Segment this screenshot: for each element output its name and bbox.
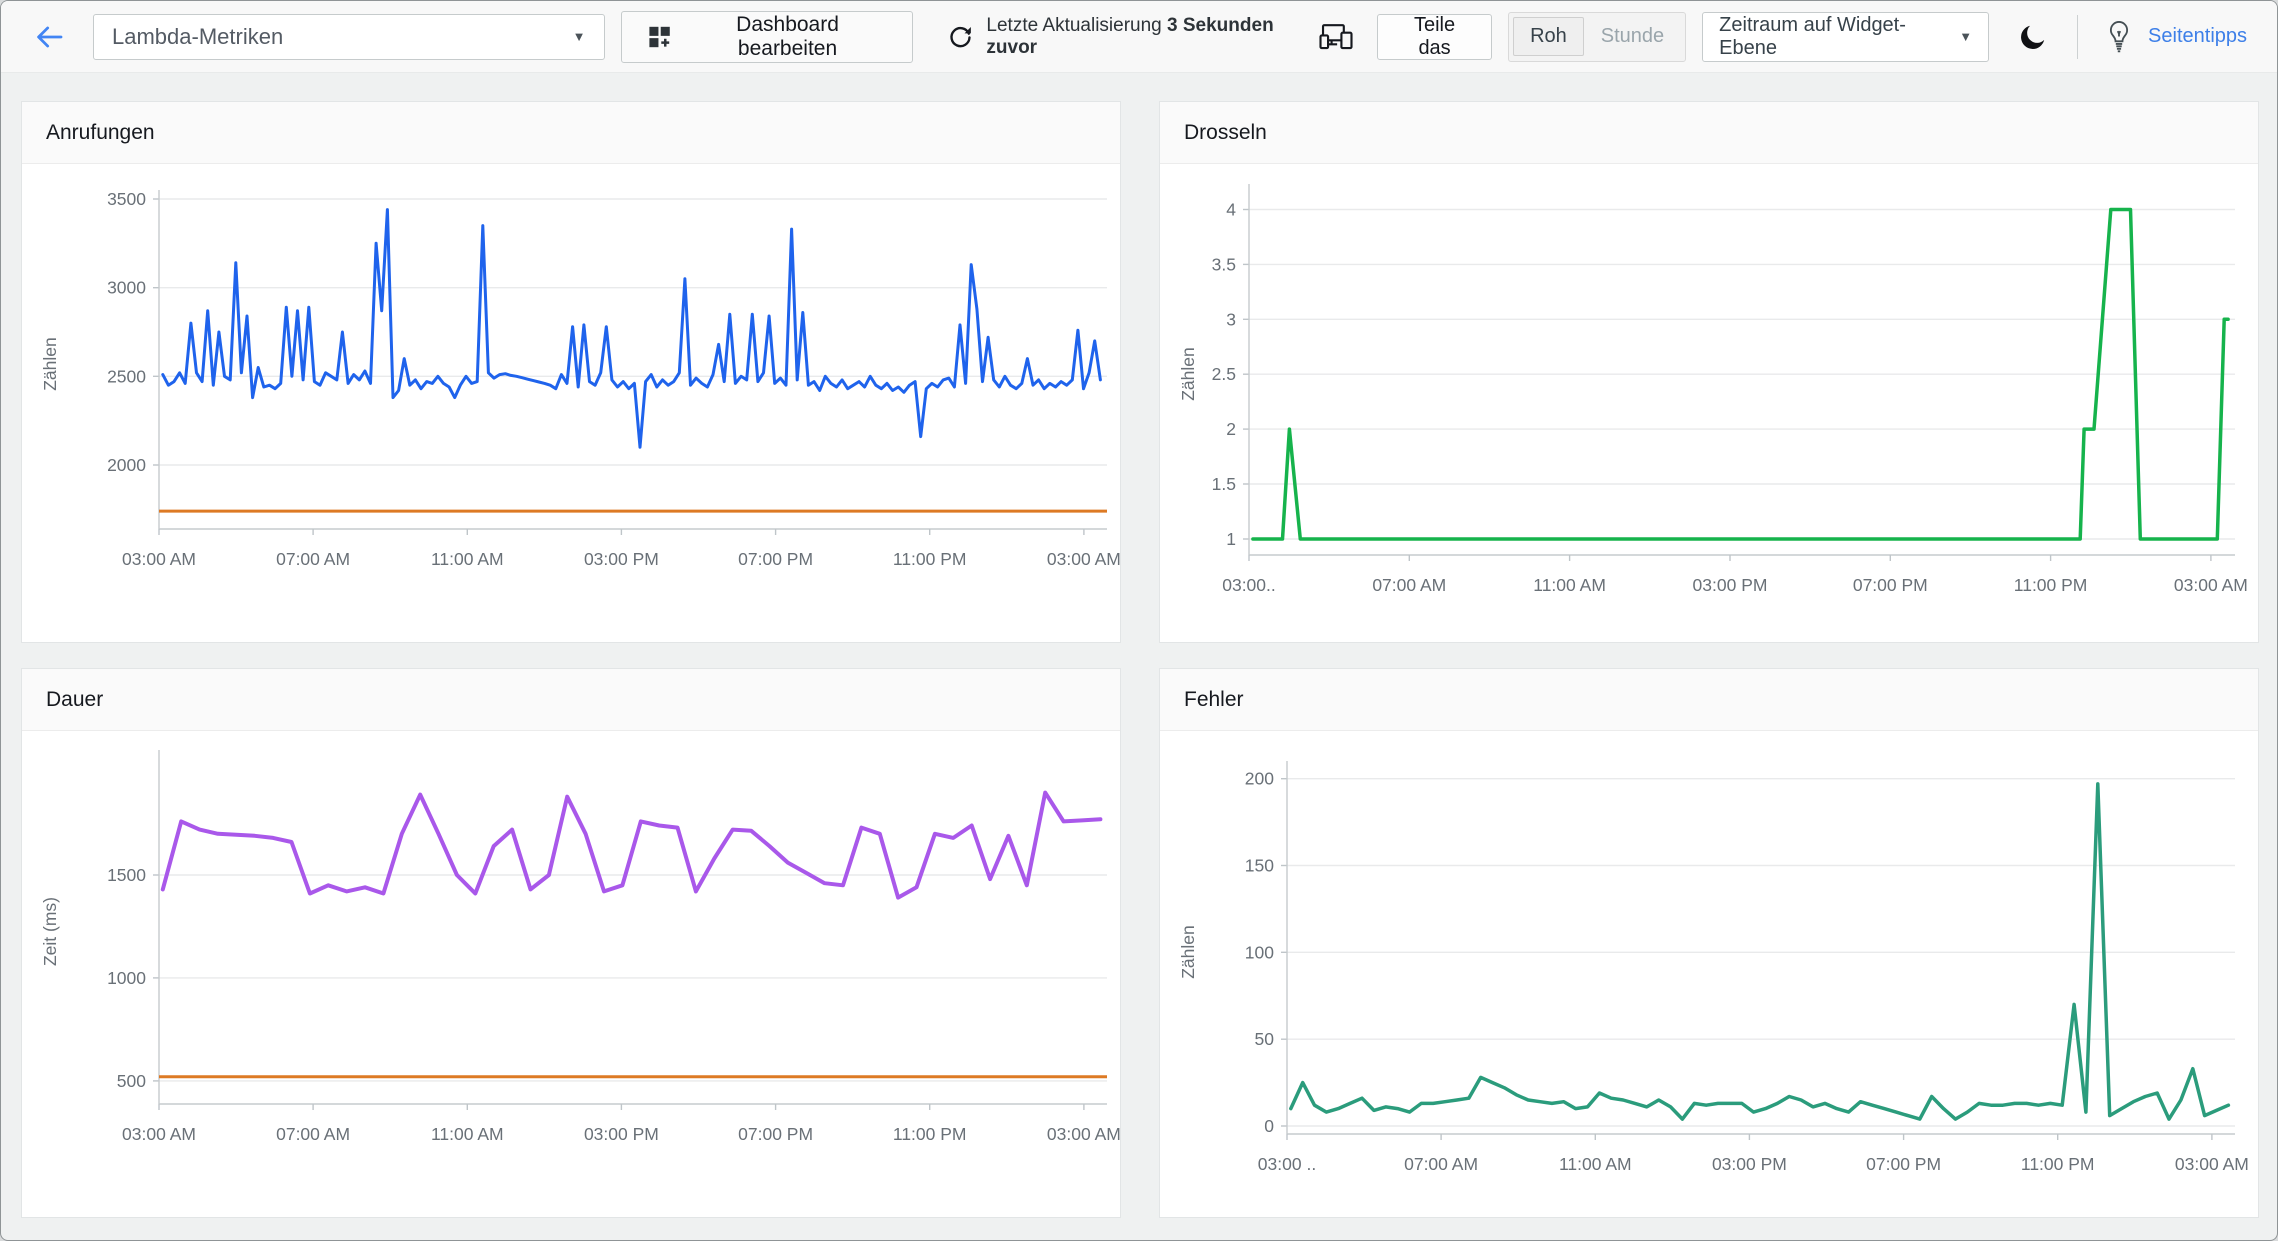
widget-header[interactable]: Anrufungen	[22, 102, 1120, 164]
svg-text:03:00 AM: 03:00 AM	[2175, 1154, 2249, 1174]
svg-text:1: 1	[1226, 529, 1236, 549]
svg-text:11:00 AM: 11:00 AM	[1559, 1154, 1632, 1174]
svg-text:200: 200	[1245, 769, 1274, 789]
widget-fehler: Fehler 0 50 100 150 200 03:00 .. 07:00 AM 11:00…	[1159, 668, 2259, 1218]
share-button[interactable]: Teile das	[1377, 13, 1493, 60]
svg-text:03:00 AM: 03:00 AM	[1047, 1124, 1121, 1144]
widget-period-select[interactable]: Zeitraum auf Widget-Ebene ▼	[1702, 11, 1990, 62]
chart-canvas-anrufungen[interactable]: 2000 2500 3000 3500 03:00 AM 07:00 AM 11:00 AM…	[22, 164, 1122, 642]
svg-text:03:00 AM: 03:00 AM	[122, 1124, 196, 1144]
svg-text:1.5: 1.5	[1212, 474, 1236, 494]
svg-text:Zählen: Zählen	[1178, 347, 1198, 401]
svg-text:150: 150	[1245, 856, 1274, 876]
page-tips-link[interactable]: Seitentipps	[2148, 25, 2247, 48]
svg-text:1000: 1000	[107, 968, 146, 988]
widget-title-anrufungen: Anrufungen	[46, 120, 155, 144]
back-button[interactable]	[31, 21, 67, 53]
svg-text:100: 100	[1245, 942, 1274, 962]
svg-text:07:00 PM: 07:00 PM	[1866, 1154, 1941, 1174]
svg-text:03:00 AM: 03:00 AM	[1047, 549, 1121, 569]
svg-text:07:00 AM: 07:00 AM	[276, 1124, 350, 1144]
svg-text:4: 4	[1226, 200, 1236, 220]
svg-text:11:00 PM: 11:00 PM	[2014, 575, 2088, 595]
refresh-status: Letzte Aktualisierung 3 Sekunden zuvor	[947, 15, 1319, 59]
svg-text:11:00 AM: 11:00 AM	[431, 549, 504, 569]
dark-mode-button[interactable]	[2017, 21, 2049, 53]
widget-anrufungen: Anrufungen 2000 2500 3000 3500 03:00 AM 07:00…	[21, 101, 1121, 643]
edit-dashboard-label: Dashboard bearbeiten	[736, 12, 839, 60]
chart-canvas-drosseln[interactable]: 1 1.5 2 2.5 3 3.5 4 03:00.. 07:00 AM 11:00 AM 03:0…	[1160, 164, 2260, 642]
svg-text:07:00 AM: 07:00 AM	[1404, 1154, 1478, 1174]
svg-text:2: 2	[1226, 419, 1236, 439]
svg-text:03:00 PM: 03:00 PM	[584, 549, 659, 569]
svg-text:03:00..: 03:00..	[1222, 575, 1276, 595]
svg-text:Zählen: Zählen	[1178, 925, 1198, 979]
widget-header[interactable]: Fehler	[1160, 669, 2258, 731]
dashboard-name-select[interactable]: Lambda-Metriken ▼	[93, 13, 605, 60]
svg-text:1500: 1500	[107, 865, 146, 885]
svg-text:07:00 AM: 07:00 AM	[1372, 575, 1446, 595]
refresh-button[interactable]	[947, 23, 974, 50]
svg-text:07:00 PM: 07:00 PM	[738, 1124, 813, 1144]
lightbulb-icon	[2110, 20, 2129, 52]
svg-text:Zählen: Zählen	[40, 337, 60, 391]
widget-drosseln: Drosseln 1 1.5 2 2.5 3 3.5 4 03:00.. 07:00 AM 11:…	[1159, 101, 2259, 643]
svg-text:Zeit (ms): Zeit (ms)	[40, 897, 60, 966]
svg-text:3500: 3500	[107, 189, 146, 209]
chart-canvas-fehler[interactable]: 0 50 100 150 200 03:00 .. 07:00 AM 11:00 AM 03:0…	[1160, 731, 2260, 1217]
svg-text:3.5: 3.5	[1212, 254, 1236, 274]
granularity-toggle: Roh Stunde	[1508, 11, 1687, 62]
top-toolbar: Lambda-Metriken ▼ Dashboard bearbeiten L…	[1, 1, 2277, 73]
svg-text:11:00 AM: 11:00 AM	[1533, 575, 1606, 595]
edit-dashboard-button[interactable]: Dashboard bearbeiten	[620, 10, 914, 63]
svg-text:11:00 PM: 11:00 PM	[893, 1124, 967, 1144]
toggle-option-stunde[interactable]: Stunde	[1584, 17, 1681, 56]
svg-text:07:00 AM: 07:00 AM	[276, 549, 350, 569]
page-tips-button[interactable]	[2104, 20, 2134, 53]
widget-title-fehler: Fehler	[1184, 687, 1244, 711]
moon-icon	[2021, 25, 2045, 49]
svg-text:2500: 2500	[107, 366, 146, 386]
refresh-icon	[950, 26, 972, 48]
widget-dauer: Dauer 500 1000 1500 03:00 AM 07:00 AM 11:00 A…	[21, 668, 1121, 1218]
widgets-grid: Anrufungen 2000 2500 3000 3500 03:00 AM 07:00…	[1, 73, 2277, 1240]
devices-icon	[1319, 23, 1353, 49]
widget-period-label: Zeitraum auf Widget-Ebene	[1719, 13, 1906, 59]
back-arrow-icon	[37, 26, 63, 47]
svg-text:0: 0	[1264, 1116, 1274, 1136]
svg-text:11:00 PM: 11:00 PM	[893, 549, 967, 569]
chart-canvas-dauer[interactable]: 500 1000 1500 03:00 AM 07:00 AM 11:00 AM 03:00…	[22, 731, 1122, 1217]
widget-title-dauer: Dauer	[46, 687, 104, 711]
dashboard-page: Lambda-Metriken ▼ Dashboard bearbeiten L…	[0, 0, 2278, 1241]
last-refresh-text: Letzte Aktualisierung 3 Sekunden zuvor	[986, 14, 1274, 58]
chevron-down-icon: ▼	[1959, 29, 1973, 44]
svg-text:03:00 AM: 03:00 AM	[2174, 575, 2248, 595]
svg-text:07:00 PM: 07:00 PM	[738, 549, 813, 569]
svg-text:50: 50	[1255, 1029, 1275, 1049]
share-label: Teile das	[1413, 13, 1456, 59]
svg-text:11:00 AM: 11:00 AM	[431, 1124, 504, 1144]
svg-text:3000: 3000	[107, 278, 146, 298]
fullscreen-devices-button[interactable]	[1319, 22, 1353, 52]
toggle-option-roh[interactable]: Roh	[1513, 17, 1584, 56]
svg-text:3: 3	[1226, 309, 1236, 329]
toolbar-divider	[2077, 14, 2079, 59]
svg-text:11:00 PM: 11:00 PM	[2021, 1154, 2095, 1174]
svg-text:2000: 2000	[107, 455, 146, 475]
svg-text:2.5: 2.5	[1212, 364, 1236, 384]
svg-text:07:00 PM: 07:00 PM	[1853, 575, 1928, 595]
dashboard-name-value: Lambda-Metriken	[112, 23, 284, 49]
svg-text:03:00 PM: 03:00 PM	[1693, 575, 1768, 595]
svg-text:500: 500	[117, 1071, 146, 1091]
toolbar-right-group: Teile das Roh Stunde Zeitraum auf Widget…	[1319, 11, 2247, 62]
svg-text:03:00 PM: 03:00 PM	[584, 1124, 659, 1144]
chevron-down-icon: ▼	[572, 29, 586, 44]
widget-header[interactable]: Drosseln	[1160, 102, 2258, 164]
add-widget-grid-icon	[648, 26, 670, 47]
svg-text:03:00 ..: 03:00 ..	[1258, 1154, 1316, 1174]
widget-header[interactable]: Dauer	[22, 669, 1120, 731]
widget-title-drosseln: Drosseln	[1184, 120, 1267, 144]
svg-text:03:00 AM: 03:00 AM	[122, 549, 196, 569]
svg-text:03:00 PM: 03:00 PM	[1712, 1154, 1787, 1174]
